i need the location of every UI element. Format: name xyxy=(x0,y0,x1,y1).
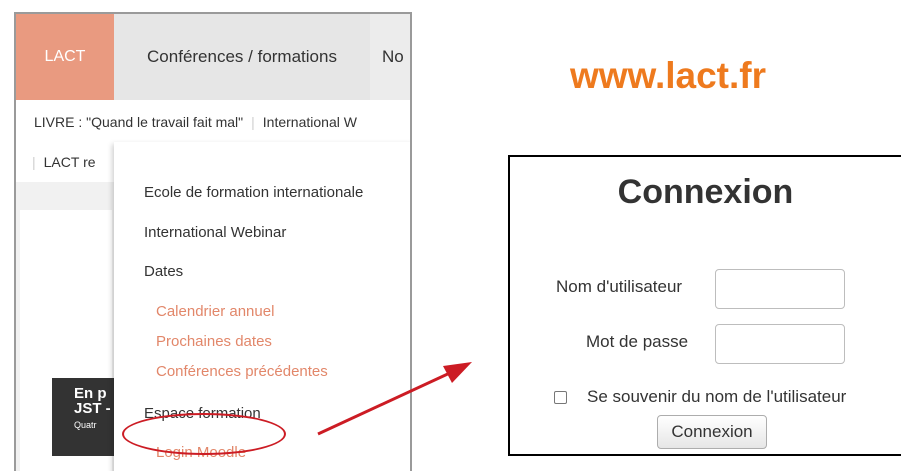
menu-subitem-prochaines-dates[interactable]: Prochaines dates xyxy=(156,333,272,350)
conferences-dropdown-menu: Ecole de formation internationale Intern… xyxy=(114,142,410,471)
nav-item-lact[interactable]: LACT xyxy=(16,14,114,100)
subnav-separator: | xyxy=(32,154,36,170)
website-screenshot: LACT Conférences / formations No LIVRE :… xyxy=(14,12,412,471)
subnav-item-livre[interactable]: LIVRE : "Quand le travail fait mal" xyxy=(34,114,243,130)
password-label: Mot de passe xyxy=(586,332,689,351)
banner-line-1: En p xyxy=(74,385,107,402)
username-input[interactable] xyxy=(715,269,845,309)
menu-subitem-conferences-precedentes[interactable]: Conférences précédentes xyxy=(156,363,328,380)
menu-item-espace-formation[interactable]: Espace formation xyxy=(144,405,261,422)
banner-line-2: JST - xyxy=(74,400,111,417)
menu-item-dates[interactable]: Dates xyxy=(144,263,183,280)
remember-checkbox[interactable] xyxy=(554,391,567,404)
subnav-item-international[interactable]: International W xyxy=(263,114,357,130)
banner-line-3: Quatr xyxy=(74,420,97,430)
menu-item-login-moodle[interactable]: Login Moodle xyxy=(156,444,246,461)
subnav-separator: | xyxy=(251,114,255,130)
arrow-head-icon xyxy=(443,362,472,383)
nav-item-truncated[interactable]: No xyxy=(370,14,410,100)
subnav-row-1: LIVRE : "Quand le travail fait mal" | Inte… xyxy=(34,114,357,130)
login-title: Connexion xyxy=(617,173,794,211)
nav-item-conferences-formations[interactable]: Conférences / formations xyxy=(114,14,370,100)
top-navigation: LACT Conférences / formations No xyxy=(16,14,410,100)
menu-subitem-calendrier[interactable]: Calendrier annuel xyxy=(156,303,274,320)
promo-banner[interactable]: En p JST - Quatr xyxy=(52,378,114,456)
password-input[interactable] xyxy=(715,324,845,364)
login-button[interactable]: Connexion xyxy=(657,415,767,449)
menu-item-ecole[interactable]: Ecole de formation internationale xyxy=(144,184,363,201)
subnav-item-lact-re[interactable]: LACT re xyxy=(44,154,96,170)
website-url: www.lact.fr xyxy=(570,55,767,96)
menu-item-webinar[interactable]: International Webinar xyxy=(144,224,286,241)
username-label: Nom d'utilisateur xyxy=(556,277,683,296)
login-panel: Connexion Nom d'utilisateur Mot de passe… xyxy=(508,155,901,456)
subnav-row-2: | LACT re xyxy=(32,154,96,170)
remember-label: Se souvenir du nom de l'utilisateur xyxy=(587,387,847,406)
